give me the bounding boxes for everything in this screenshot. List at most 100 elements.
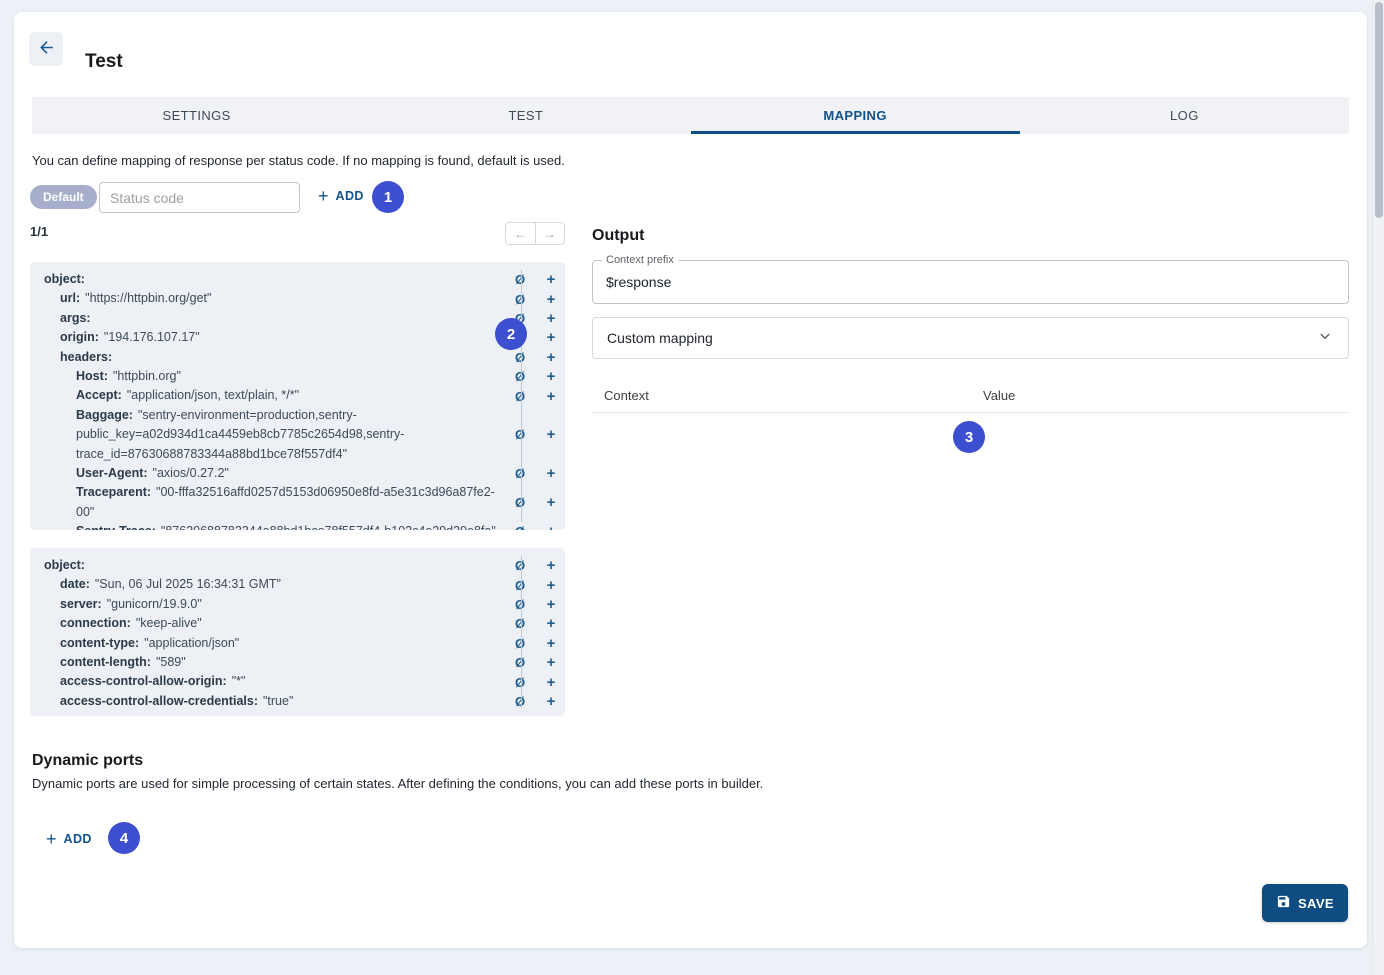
custom-mapping-panel[interactable]: Custom mapping — [592, 317, 1349, 359]
add-node-button[interactable]: + — [537, 674, 565, 691]
tree-row-text: Baggage:"sentry-environment=production,s… — [30, 406, 506, 464]
tab-log[interactable]: LOG — [1020, 97, 1349, 134]
add-status-button[interactable]: + ADD — [318, 187, 364, 205]
plus-icon: + — [547, 349, 556, 366]
nullify-button[interactable]: Ø — [506, 466, 534, 481]
null-icon: Ø — [515, 350, 525, 365]
add-node-button[interactable]: + — [537, 426, 565, 443]
nullify-button[interactable]: Ø — [506, 616, 534, 631]
add-node-button[interactable]: + — [537, 693, 565, 710]
nullify-button[interactable]: Ø — [506, 350, 534, 365]
tree-row-text: Host:"httpbin.org" — [30, 367, 506, 386]
next-arrow-icon: → — [544, 227, 556, 241]
add-node-button[interactable]: + — [537, 494, 565, 511]
tree-row: object: Ø + — [30, 556, 565, 575]
add-port-label: ADD — [64, 832, 92, 846]
context-prefix-label: Context prefix — [602, 254, 678, 266]
tree-key: Host: — [76, 369, 108, 383]
tree-row-text: content-length: "589" — [30, 653, 506, 672]
save-icon — [1276, 894, 1291, 912]
nullify-button[interactable]: Ø — [506, 524, 534, 530]
nullify-button[interactable]: Ø — [506, 597, 534, 612]
plus-icon: + — [547, 635, 556, 652]
tree-row-text: Traceparent:"00-fffa32516affd0257d5153d0… — [30, 483, 506, 522]
tree-value: "589" — [156, 655, 186, 669]
plus-icon: + — [547, 388, 556, 405]
chevron-down-icon — [1316, 327, 1334, 350]
add-node-button[interactable]: + — [537, 368, 565, 385]
tree-key: content-length: — [60, 655, 151, 669]
tree-row-text: Sentry-Trace:"87630688783344a88bd1bce78f… — [30, 522, 506, 530]
tab-mapping[interactable]: MAPPING — [691, 97, 1020, 134]
nullify-button[interactable]: Ø — [506, 495, 534, 510]
nullify-button[interactable]: Ø — [506, 675, 534, 690]
tree-row-text: date:"Sun, 06 Jul 2025 16:34:31 GMT" — [30, 575, 506, 594]
tree-key: headers: — [60, 350, 112, 364]
tree-key: access-control-allow-origin: — [60, 674, 227, 688]
add-node-button[interactable]: + — [537, 271, 565, 288]
nullify-button[interactable]: Ø — [506, 578, 534, 593]
add-node-button[interactable]: + — [537, 523, 565, 530]
add-node-button[interactable]: + — [537, 388, 565, 405]
tab-test[interactable]: TEST — [361, 97, 690, 134]
tree-row: content-length: "589" Ø + — [30, 653, 565, 672]
tree-key: args: — [60, 311, 91, 325]
scrollbar-thumb[interactable] — [1375, 2, 1383, 218]
add-node-button[interactable]: + — [537, 349, 565, 366]
nullify-button[interactable]: Ø — [506, 655, 534, 670]
scrollbar[interactable] — [1372, 0, 1384, 975]
output-title: Output — [592, 227, 644, 245]
plus-icon: + — [547, 654, 556, 671]
tab-settings[interactable]: SETTINGS — [32, 97, 361, 134]
tree-row-text: origin:"194.176.107.17" — [30, 328, 506, 347]
tree-key: server: — [60, 597, 102, 611]
null-icon: Ø — [515, 466, 525, 481]
tree-value: "Sun, 06 Jul 2025 16:34:31 GMT" — [95, 577, 281, 591]
plus-icon: + — [547, 577, 556, 594]
add-node-button[interactable]: + — [537, 329, 565, 346]
nullify-button[interactable]: Ø — [506, 427, 534, 442]
tree-row-text: User-Agent:"axios/0.27.2" — [30, 464, 506, 483]
plus-icon: + — [547, 465, 556, 482]
default-status-chip[interactable]: Default — [30, 185, 97, 209]
add-node-button[interactable]: + — [537, 465, 565, 482]
add-node-button[interactable]: + — [537, 615, 565, 632]
tree-key: content-type: — [60, 636, 139, 650]
tree-row: Sentry-Trace:"87630688783344a88bd1bce78f… — [30, 522, 565, 530]
custom-mapping-label: Custom mapping — [607, 330, 713, 346]
tree-row: headers: Ø + — [30, 348, 565, 367]
nullify-button[interactable]: Ø — [506, 369, 534, 384]
back-button[interactable] — [29, 32, 63, 66]
tree-value: "*" — [232, 674, 246, 688]
add-node-button[interactable]: + — [537, 654, 565, 671]
tree-row: url:"https://httpbin.org/get" Ø + — [30, 289, 565, 308]
add-port-button[interactable]: + ADD — [46, 830, 92, 848]
response-headers-panel: object: Ø + date:"Sun, 06 Jul 2025 16:34… — [30, 548, 565, 716]
nullify-button[interactable]: Ø — [506, 389, 534, 404]
nullify-button[interactable]: Ø — [506, 558, 534, 573]
nullify-button[interactable]: Ø — [506, 636, 534, 651]
tree-row: args: Ø + — [30, 309, 565, 328]
nullify-button[interactable]: Ø — [506, 272, 534, 287]
add-node-button[interactable]: + — [537, 635, 565, 652]
tree-row: origin:"194.176.107.17" Ø + — [30, 328, 565, 347]
nullify-button[interactable]: Ø — [506, 694, 534, 709]
tree-row-text: access-control-allow-origin: "*" — [30, 672, 506, 691]
plus-icon: + — [318, 187, 329, 205]
null-icon: Ø — [515, 616, 525, 631]
nullify-button[interactable]: Ø — [506, 292, 534, 307]
add-node-button[interactable]: + — [537, 596, 565, 613]
add-node-button[interactable]: + — [537, 310, 565, 327]
add-node-button[interactable]: + — [537, 577, 565, 594]
context-prefix-input[interactable] — [593, 261, 1348, 303]
pager-next-button[interactable]: → — [536, 223, 565, 244]
add-node-button[interactable]: + — [537, 291, 565, 308]
tree-row: object: Ø + — [30, 270, 565, 289]
dynamic-ports-title: Dynamic ports — [32, 752, 143, 770]
add-node-button[interactable]: + — [537, 557, 565, 574]
tree-value: "194.176.107.17" — [104, 330, 200, 344]
pager-prev-button[interactable]: ← — [506, 223, 536, 244]
save-button[interactable]: SAVE — [1262, 884, 1348, 922]
context-prefix-field: Context prefix — [592, 260, 1349, 304]
status-code-input[interactable] — [99, 182, 300, 213]
